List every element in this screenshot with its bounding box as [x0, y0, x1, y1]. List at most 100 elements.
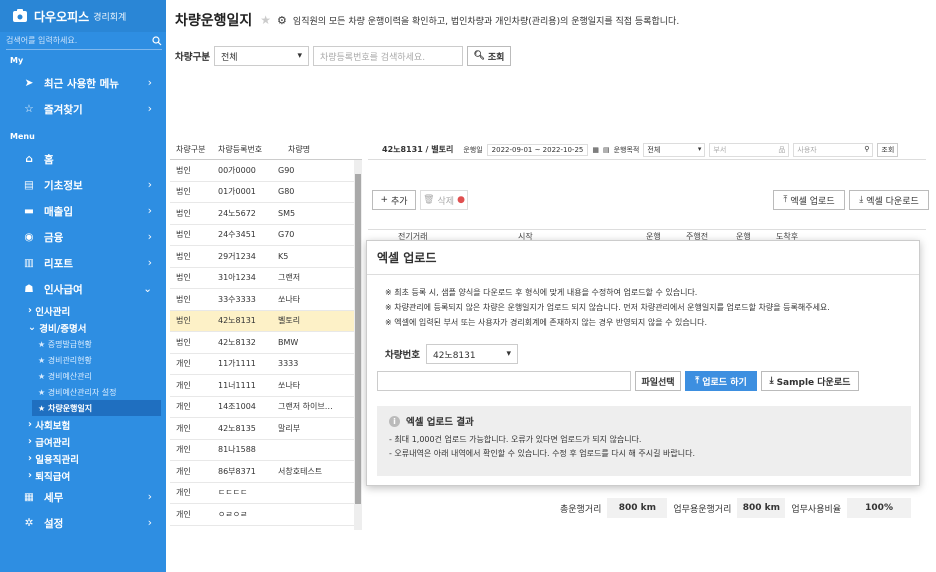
upload-button[interactable]: ⤒ 업로드 하기 [685, 371, 757, 391]
favorite-star-icon[interactable]: ★ [260, 13, 271, 27]
dept-input[interactable]: 부서 品 [709, 142, 790, 157]
sidebar-sub-hr-manage[interactable]: › 인사관리 [0, 302, 166, 319]
my-section-label: My [10, 56, 24, 65]
sidebar-item-label: 최근 사용한 메뉴 [44, 77, 119, 90]
calendar-icon[interactable]: ▤ [603, 146, 610, 154]
row-name: K5 [278, 251, 289, 261]
alert-icon: ● [457, 195, 465, 205]
sidebar-sub-expense[interactable]: ⌄ 경비/증명서 [0, 319, 166, 336]
sidebar-sub2-budget-admin[interactable]: ★ 경비예산관리자 설정 [0, 384, 166, 400]
table-row[interactable]: 개인 81나1588 [170, 440, 362, 461]
logo-icon [13, 9, 27, 22]
info-icon: i [389, 415, 400, 427]
col-number[interactable]: 차량등록번호 [210, 144, 272, 155]
user-placeholder: 사용자 [797, 145, 817, 154]
table-row[interactable]: 법인 29거1234 K5 [170, 246, 362, 268]
table-row[interactable]: 법인 00가0000 G90 [170, 160, 362, 182]
sidebar-item-basic-info[interactable]: ▤ 기초정보 › [0, 172, 166, 198]
table-row[interactable]: 법인 42노8131 벨토리 [170, 310, 362, 332]
page-header: 차량운행일지 ★ ⚙ 임직원의 모든 차량 운행이력을 확인하고, 법인차량과 … [175, 10, 679, 30]
row-number: 33수3333 [218, 294, 256, 304]
type-select[interactable]: 전체 ▾ [213, 46, 309, 66]
sidebar-item-tax[interactable]: ▦ 세무 › [0, 484, 166, 510]
brand[interactable]: 다우오피스 경리회계 [0, 0, 166, 32]
sidebar-item-report[interactable]: ▥ 리포트 › [0, 250, 166, 276]
scroll-thumb[interactable] [355, 174, 361, 504]
detail-search-button[interactable]: 조회 [877, 142, 899, 157]
sidebar-sub-insurance[interactable]: › 사회보험 [0, 416, 166, 433]
send-icon: ➤ [24, 77, 34, 89]
chevron-right-icon: › [147, 491, 152, 503]
sidebar-item-label: 금융 [44, 231, 64, 244]
row-type: 법인 [176, 230, 191, 240]
sidebar-sub-payroll[interactable]: › 급여관리 [0, 433, 166, 450]
sidebar-sub-daily[interactable]: › 일용직관리 [0, 450, 166, 467]
chevron-right-icon: › [147, 179, 152, 191]
sample-download-button[interactable]: ⤓ Sample 다운로드 [761, 371, 859, 391]
sidebar-item-home[interactable]: ⌂ 홈 [0, 146, 166, 172]
page-description: 임직원의 모든 차량 운행이력을 확인하고, 법인차량과 개인차량(관리용)의 … [292, 16, 680, 27]
table-row[interactable]: 법인 31아1234 그랜저 [170, 268, 362, 289]
ratio-label: 업무사용비율 [791, 504, 842, 515]
vehicle-search-input[interactable]: 차량등록번호를 검색하세요. [312, 46, 463, 66]
delete-button[interactable]: 🗑︎ 삭제 ● [420, 190, 468, 210]
add-button[interactable]: + 추가 [372, 190, 416, 210]
table-row[interactable]: 개인 11너1111 쏘나타 [170, 375, 362, 397]
excel-download-button[interactable]: ⤓ 엑셀 다운로드 [849, 190, 929, 210]
table-row[interactable]: 법인 24수3451 G70 [170, 225, 362, 246]
date-range[interactable]: 2022-09-01 ~ 2022-10-25 [486, 143, 589, 156]
table-row[interactable]: 법인 42노8132 BMW [170, 332, 362, 354]
row-name: 말리부 [278, 423, 301, 433]
sidebar-item-recent[interactable]: ➤ 최근 사용한 메뉴 › [0, 70, 166, 96]
row-name: BMW [278, 337, 299, 347]
row-number: 24수3451 [218, 230, 256, 240]
table-row[interactable]: 법인 33수3333 쏘나타 [170, 289, 362, 311]
detail-toolbar: + 추가 🗑︎ 삭제 ● [372, 190, 468, 210]
business-value: 800 km [737, 498, 786, 518]
sidebar-sub-label: 급여관리 [35, 437, 71, 449]
purpose-select[interactable]: 전체 ▾ [643, 142, 706, 157]
table-row[interactable]: 개인 86부8371 서창호테스트 [170, 461, 362, 483]
type-label: 차량구분 [175, 52, 210, 63]
calendar-icon[interactable]: ▦ [592, 146, 599, 154]
chevron-right-icon: › [147, 103, 152, 115]
sidebar-item-settings[interactable]: ✲ 설정 › [0, 510, 166, 536]
sidebar-item-sales[interactable]: ▬ 매출입 › [0, 198, 166, 224]
table-row[interactable]: 개인 14조1004 그랜저 하이브… [170, 397, 362, 418]
table-row[interactable]: 개인 42노8135 말리부 [170, 418, 362, 440]
modal-note: ※ 최초 등록 시, 샘플 양식을 다운로드 후 형식에 맞게 내용을 수정하여… [385, 288, 698, 297]
sidebar-item-favorites[interactable]: ☆ 즐겨찾기 › [0, 96, 166, 122]
brand-name: 다우오피스 [34, 9, 90, 24]
sidebar-item-hr[interactable]: ☗ 인사급여 ⌄ [0, 276, 166, 302]
sidebar-search[interactable]: 검색어를 입력하세요. [6, 32, 162, 50]
row-number: 31아1234 [218, 273, 256, 283]
col-name[interactable]: 차량명 [272, 144, 338, 155]
filter-bar: 차량구분 전체 ▾ 차량등록번호를 검색하세요. 🔍︎ 조회 [175, 46, 511, 66]
sidebar-sub2-vehicle-log[interactable]: ★ 차량운행일지 [32, 400, 161, 416]
excel-download-label: 엑셀 다운로드 [866, 196, 919, 207]
user-input[interactable]: 사용자 ⚲ [793, 142, 874, 157]
table-row[interactable]: 법인 24노5672 SM5 [170, 203, 362, 225]
vehicle-number-select[interactable]: 42노8131 ▾ [425, 344, 518, 364]
table-row[interactable]: 개인 ㅇㄹㅇㄹ [170, 504, 362, 526]
sidebar-sub2-budget[interactable]: ★ 경비예산관리 [0, 368, 166, 384]
file-path-input[interactable] [377, 371, 631, 391]
file-select-button[interactable]: 파일선택 [635, 371, 681, 391]
sidebar-sub2-expense-status[interactable]: ★ 경비관리현황 [0, 352, 166, 368]
sidebar-item-finance[interactable]: ◉ 금융 › [0, 224, 166, 250]
col-type[interactable]: 차량구분 [170, 144, 210, 155]
sidebar-sub2-cert[interactable]: ★ 증명발급현황 [0, 336, 166, 352]
settings-icon[interactable]: ⚙ [277, 14, 287, 27]
search-button[interactable]: 🔍︎ 조회 [466, 46, 511, 66]
chevron-right-icon: › [147, 517, 152, 529]
excel-upload-button[interactable]: ⤒ 엑셀 업로드 [773, 190, 845, 210]
sidebar-sub-retirement[interactable]: › 퇴직급여 [0, 467, 166, 484]
vehicle-list-scrollbar[interactable] [354, 160, 362, 530]
table-row[interactable]: 법인 01가0001 G80 [170, 182, 362, 203]
search-icon[interactable] [152, 35, 162, 46]
home-icon: ⌂ [25, 153, 33, 165]
table-row[interactable]: 개인 11가1111 3333 [170, 354, 362, 375]
table-row[interactable]: 개인 ㄷㄷㄷㄷ [170, 483, 362, 504]
search-icon: 🔍︎ [473, 51, 485, 61]
row-type: 개인 [176, 402, 191, 412]
